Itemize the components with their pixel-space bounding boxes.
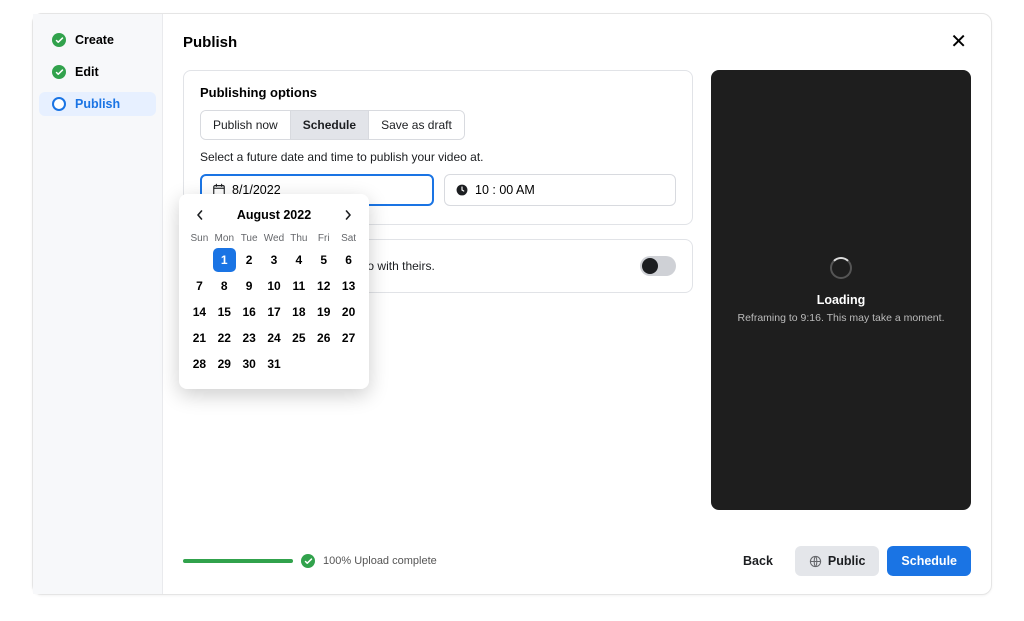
calendar-day[interactable]: 31 [263, 352, 286, 376]
upload-text: 100% Upload complete [323, 555, 437, 567]
calendar-day[interactable]: 30 [238, 352, 261, 376]
time-field[interactable] [444, 174, 676, 206]
tab-schedule[interactable]: Schedule [290, 111, 368, 139]
calendar-month-label: August 2022 [237, 208, 311, 222]
remix-toggle[interactable] [640, 256, 676, 276]
calendar-day[interactable]: 16 [238, 300, 261, 324]
calendar-day[interactable]: 26 [312, 326, 335, 350]
calendar-day[interactable]: 27 [337, 326, 360, 350]
prev-month-button[interactable] [191, 206, 209, 224]
toggle-knob [642, 258, 658, 274]
loading-sub: Reframing to 9:16. This may take a momen… [738, 312, 945, 324]
date-picker: August 2022 SunMonTueWedThuFriSat 123456… [179, 194, 369, 389]
calendar-day[interactable]: 18 [287, 300, 310, 324]
card-title: Publishing options [200, 85, 676, 100]
circle-icon [51, 96, 67, 112]
page-title: Publish [183, 34, 237, 51]
next-month-button[interactable] [339, 206, 357, 224]
calendar-day[interactable]: 28 [188, 352, 211, 376]
calendar-day[interactable]: 19 [312, 300, 335, 324]
calendar-day[interactable]: 14 [188, 300, 211, 324]
visibility-label: Public [828, 554, 866, 568]
clock-icon [455, 183, 469, 197]
schedule-button[interactable]: Schedule [887, 546, 971, 576]
dow-label: Fri [311, 230, 336, 247]
schedule-hint: Select a future date and time to publish… [200, 150, 676, 164]
calendar-day[interactable]: 20 [337, 300, 360, 324]
spinner-icon [830, 257, 852, 279]
video-preview: Loading Reframing to 9:16. This may take… [711, 70, 971, 510]
calendar-day[interactable]: 4 [287, 248, 310, 272]
calendar-day[interactable]: 17 [263, 300, 286, 324]
calendar-day[interactable]: 25 [287, 326, 310, 350]
calendar-day[interactable]: 23 [238, 326, 261, 350]
calendar-day[interactable]: 8 [213, 274, 236, 298]
chevron-left-icon [195, 210, 205, 220]
step-label: Create [75, 33, 114, 47]
calendar-day[interactable]: 1 [213, 248, 236, 272]
dow-label: Tue [237, 230, 262, 247]
calendar-day[interactable]: 10 [263, 274, 286, 298]
back-button[interactable]: Back [729, 546, 787, 576]
visibility-button[interactable]: Public [795, 546, 880, 576]
calendar-day[interactable]: 5 [312, 248, 335, 272]
sidebar: Create Edit Publish [33, 14, 163, 594]
close-icon[interactable]: ✕ [946, 28, 971, 56]
dow-label: Mon [212, 230, 237, 247]
calendar-day[interactable]: 13 [337, 274, 360, 298]
calendar-day[interactable]: 6 [337, 248, 360, 272]
publish-mode-segment: Publish now Schedule Save as draft [200, 110, 465, 140]
upload-progress-bar [183, 559, 293, 563]
step-edit[interactable]: Edit [39, 60, 156, 84]
calendar-day[interactable]: 2 [238, 248, 261, 272]
calendar-day[interactable]: 11 [287, 274, 310, 298]
dow-label: Sat [336, 230, 361, 247]
calendar-day[interactable]: 3 [263, 248, 286, 272]
check-icon [51, 32, 67, 48]
calendar-day[interactable]: 22 [213, 326, 236, 350]
globe-icon [809, 555, 822, 568]
check-icon [301, 554, 315, 568]
step-label: Publish [75, 97, 120, 111]
upload-status: 100% Upload complete [183, 554, 437, 568]
dow-label: Wed [262, 230, 287, 247]
calendar-day[interactable]: 24 [263, 326, 286, 350]
chevron-right-icon [343, 210, 353, 220]
check-icon [51, 64, 67, 80]
dow-label: Sun [187, 230, 212, 247]
calendar-day[interactable]: 9 [238, 274, 261, 298]
calendar-day[interactable]: 7 [188, 274, 211, 298]
dow-label: Thu [286, 230, 311, 247]
calendar-day[interactable]: 15 [213, 300, 236, 324]
step-create[interactable]: Create [39, 28, 156, 52]
step-publish[interactable]: Publish [39, 92, 156, 116]
loading-title: Loading [817, 293, 866, 307]
calendar-day[interactable]: 29 [213, 352, 236, 376]
calendar-day[interactable]: 21 [188, 326, 211, 350]
tab-publish-now[interactable]: Publish now [201, 111, 290, 139]
tab-save-draft[interactable]: Save as draft [368, 111, 464, 139]
step-label: Edit [75, 65, 99, 79]
time-input[interactable] [475, 183, 665, 197]
calendar-day[interactable]: 12 [312, 274, 335, 298]
